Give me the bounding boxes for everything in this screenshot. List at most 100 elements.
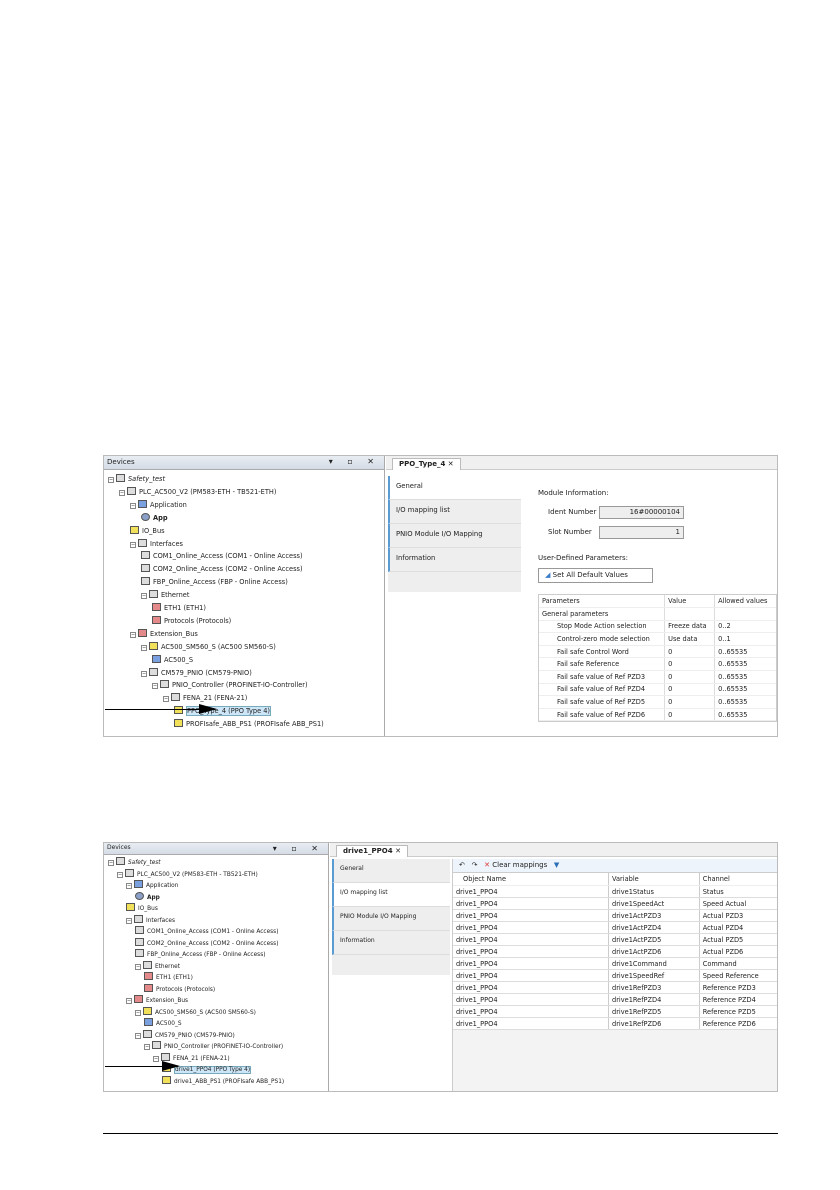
- parameter-value[interactable]: Freeze data: [664, 620, 715, 634]
- tree-item[interactable]: − Ethernet: [104, 960, 328, 972]
- tree-item[interactable]: COM1_Online_Access (COM1 - Online Access…: [104, 926, 328, 937]
- table-row[interactable]: drive1_PPO4 drive1ActPZD4 Actual PZD4: [453, 921, 777, 935]
- tree-item[interactable]: − Safety_test: [104, 474, 384, 485]
- parameter-row[interactable]: Fail safe value of Ref PZD6 0 0..65535: [539, 708, 776, 722]
- redo-icon[interactable]: ↷: [472, 861, 478, 869]
- parameter-value[interactable]: 0: [664, 695, 715, 709]
- tree-item[interactable]: − FENA_21 (FENA-21): [104, 693, 384, 704]
- vtab-i-o-mapping-list[interactable]: I/O mapping list: [388, 500, 521, 524]
- collapse-toggle[interactable]: −: [126, 917, 132, 924]
- variable[interactable]: drive1ActPZD6: [608, 945, 700, 959]
- variable[interactable]: drive1Status: [608, 885, 700, 899]
- tab-drive1-ppo4[interactable]: drive1_PPO4 ✕: [336, 845, 408, 857]
- tree-item[interactable]: ETH1 (ETH1): [104, 603, 384, 614]
- panel-controls[interactable]: ▾ ▫ ✕: [273, 844, 324, 853]
- parameter-value[interactable]: 0: [664, 670, 715, 684]
- parameter-row[interactable]: Fail safe value of Ref PZD4 0 0..65535: [539, 683, 776, 697]
- variable[interactable]: drive1RefPZD5: [608, 1005, 700, 1019]
- vtab-pnio-module-i-o-mapping[interactable]: PNIO Module I/O Mapping: [332, 907, 450, 931]
- tree-item[interactable]: − PLC_AC500_V2 (PM583-ETH - TB521-ETH): [104, 486, 384, 498]
- filter-icon[interactable]: ▼: [554, 861, 559, 869]
- tree-item[interactable]: drive1_ABB_PS1 (PROFIsafe ABB_PS1): [104, 1075, 328, 1087]
- ident-number-field[interactable]: 16#00000104: [599, 506, 684, 519]
- variable[interactable]: drive1ActPZD3: [608, 909, 700, 923]
- tree-item[interactable]: − Ethernet: [104, 590, 384, 601]
- tree-item[interactable]: PPO_Type_4 (PPO Type 4): [104, 706, 384, 717]
- variable[interactable]: drive1ActPZD4: [608, 921, 700, 935]
- parameter-value[interactable]: 0: [664, 657, 715, 672]
- table-row[interactable]: drive1_PPO4 drive1SpeedRef Speed Reference: [453, 969, 777, 983]
- table-row[interactable]: drive1_PPO4 drive1RefPZD5 Reference PZD5: [453, 1005, 777, 1019]
- collapse-toggle[interactable]: −: [153, 1055, 159, 1062]
- column-header[interactable]: Parameters: [539, 595, 665, 609]
- vtab-general[interactable]: General: [332, 859, 450, 883]
- table-row[interactable]: drive1_PPO4 drive1Command Command: [453, 957, 777, 971]
- vtab-information[interactable]: Information: [388, 548, 521, 572]
- parameter-row[interactable]: Fail safe value of Ref PZD3 0 0..65535: [539, 670, 776, 684]
- tree-item[interactable]: − PNIO_Controller (PROFINET-IO-Controller…: [104, 1041, 328, 1052]
- variable[interactable]: drive1SpeedRef: [608, 969, 700, 983]
- column-header[interactable]: Allowed values: [714, 595, 776, 609]
- tree-item[interactable]: AC500_S: [104, 1018, 328, 1029]
- tree-item[interactable]: − Application: [104, 499, 384, 511]
- collapse-toggle[interactable]: −: [141, 670, 147, 677]
- tree-item[interactable]: − CM579_PNIO (CM579-PNIO): [104, 1029, 328, 1041]
- collapse-toggle[interactable]: −: [119, 489, 125, 496]
- vtab-i-o-mapping-list[interactable]: I/O mapping list: [332, 883, 450, 907]
- vtab-information[interactable]: Information: [332, 931, 450, 955]
- close-icon[interactable]: ✕: [448, 460, 454, 468]
- collapse-toggle[interactable]: −: [130, 631, 136, 638]
- table-row[interactable]: drive1_PPO4 drive1ActPZD3 Actual PZD3: [453, 909, 777, 923]
- collapse-toggle[interactable]: −: [144, 1044, 150, 1050]
- parameter-row[interactable]: Fail safe value of Ref PZD5 0 0..65535: [539, 695, 776, 709]
- collapse-toggle[interactable]: −: [135, 1009, 141, 1016]
- tree-item[interactable]: − PLC_AC500_V2 (PM583-ETH - TB521-ETH): [104, 868, 328, 880]
- parameter-value[interactable]: 0: [664, 683, 715, 697]
- tree-item[interactable]: ETH1 (ETH1): [104, 972, 328, 983]
- tree-item[interactable]: COM1_Online_Access (COM1 - Online Access…: [104, 551, 384, 562]
- table-row[interactable]: drive1_PPO4 drive1RefPZD3 Reference PZD3: [453, 981, 777, 995]
- tree-item[interactable]: FBP_Online_Access (FBP - Online Access): [104, 577, 384, 588]
- variable[interactable]: drive1Command: [608, 957, 700, 971]
- column-header[interactable]: Variable: [608, 873, 700, 887]
- tree-item[interactable]: − Application: [104, 880, 328, 891]
- tree-item[interactable]: − Extension_Bus: [104, 628, 384, 640]
- table-row[interactable]: drive1_PPO4 drive1Status Status: [453, 885, 777, 899]
- tree-item[interactable]: Protocols (Protocols): [104, 983, 328, 995]
- table-row[interactable]: drive1_PPO4 drive1ActPZD6 Actual PZD6: [453, 945, 777, 959]
- tree-item[interactable]: App: [104, 891, 328, 903]
- tree-item[interactable]: Protocols (Protocols): [104, 615, 384, 627]
- collapse-toggle[interactable]: −: [126, 998, 132, 1004]
- tree-item[interactable]: IO_Bus: [104, 903, 328, 914]
- undo-icon[interactable]: ↶: [459, 861, 465, 869]
- collapse-toggle[interactable]: −: [117, 871, 123, 878]
- tree-item[interactable]: COM2_Online_Access (COM2 - Online Access…: [104, 564, 384, 575]
- collapse-toggle[interactable]: −: [108, 477, 114, 483]
- tree-item[interactable]: AC500_S: [104, 654, 384, 666]
- tree-item[interactable]: FBP_Online_Access (FBP - Online Access): [104, 949, 328, 960]
- tree-item[interactable]: − PNIO_Controller (PROFINET-IO-Controller…: [104, 680, 384, 691]
- close-icon[interactable]: ✕: [395, 847, 401, 855]
- parameter-row[interactable]: Fail safe Reference 0 0..65535: [539, 657, 776, 672]
- tree-item[interactable]: App: [104, 512, 384, 524]
- column-header[interactable]: Object Name: [453, 873, 609, 887]
- tree-item[interactable]: PROFIsafe_ABB_PS1 (PROFIsafe ABB_PS1): [104, 719, 384, 730]
- slot-number-field[interactable]: 1: [599, 526, 684, 539]
- collapse-toggle[interactable]: −: [126, 883, 132, 889]
- collapse-toggle[interactable]: −: [152, 683, 158, 690]
- variable[interactable]: drive1SpeedAct: [608, 897, 700, 911]
- collapse-toggle[interactable]: −: [108, 860, 114, 866]
- table-row[interactable]: drive1_PPO4 drive1RefPZD6 Reference PZD6: [453, 1017, 777, 1031]
- collapse-toggle[interactable]: −: [135, 963, 141, 970]
- tree-item[interactable]: − Interfaces: [104, 538, 384, 550]
- tree-item[interactable]: − Interfaces: [104, 914, 328, 926]
- clear-mappings-button[interactable]: ✕ Clear mappings: [484, 861, 547, 869]
- table-row[interactable]: drive1_PPO4 drive1SpeedAct Speed Actual: [453, 897, 777, 911]
- tree-item[interactable]: COM2_Online_Access (COM2 - Online Access…: [104, 937, 328, 949]
- panel-controls[interactable]: ▾ ▫ ✕: [329, 457, 380, 466]
- tree-item[interactable]: − AC500_SM560_S (AC500 SM560-S): [104, 641, 384, 653]
- collapse-toggle[interactable]: −: [163, 696, 169, 703]
- vtab-pnio-module-i-o-mapping[interactable]: PNIO Module I/O Mapping: [388, 524, 521, 548]
- tree-item[interactable]: − Safety_test: [104, 857, 328, 868]
- tree-item[interactable]: − Extension_Bus: [104, 995, 328, 1006]
